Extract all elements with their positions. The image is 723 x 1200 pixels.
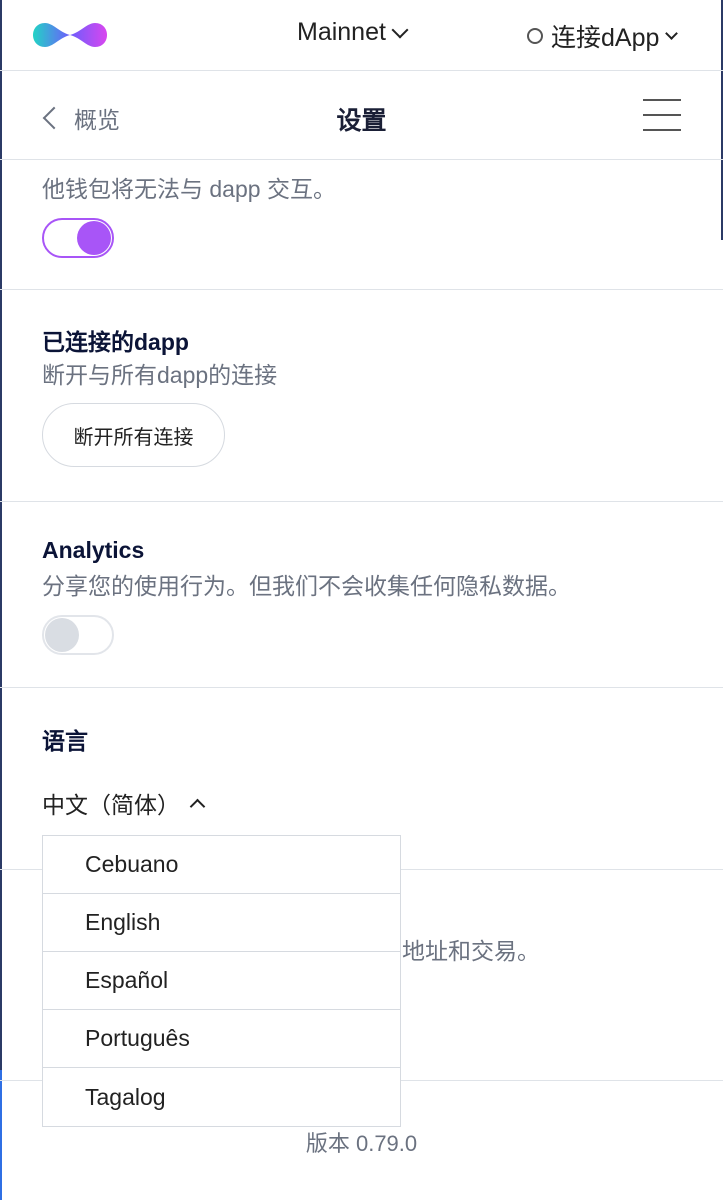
- chevron-down-icon: [391, 21, 409, 38]
- disconnect-all-button[interactable]: 断开所有连接: [42, 403, 225, 467]
- language-option[interactable]: Português: [43, 1010, 400, 1068]
- page-header: 概览 设置: [0, 71, 723, 160]
- connect-label: 连接dApp: [551, 24, 660, 52]
- version-label: 版本 0.79.0: [305, 1131, 418, 1156]
- privacy-description: 他钱包将无法与 dapp 交互。: [42, 176, 336, 202]
- network-selector[interactable]: Mainnet: [297, 18, 409, 47]
- language-option[interactable]: English: [43, 894, 400, 952]
- privacy-section: 他钱包将无法与 dapp 交互。: [0, 160, 723, 290]
- network-label: Mainnet: [297, 18, 386, 46]
- connect-dapp-button[interactable]: 连接dApp: [527, 18, 679, 54]
- toggle-knob: [77, 221, 111, 255]
- analytics-title: Analytics: [42, 537, 145, 563]
- app-logo[interactable]: [33, 20, 107, 50]
- hamburger-menu-icon[interactable]: [643, 99, 681, 131]
- chevron-up-icon: [189, 798, 206, 814]
- privacy-toggle[interactable]: [42, 218, 114, 258]
- page-title: 设置: [336, 107, 387, 135]
- settings-screen: Mainnet 连接dApp 概览 设置 他钱包将无法与 dapp 交互。 已连…: [0, 0, 723, 1200]
- chevron-down-icon: [665, 26, 679, 40]
- language-select[interactable]: 中文（简体）: [42, 786, 206, 820]
- connected-dapps-title: 已连接的dapp: [42, 329, 189, 355]
- connected-dapps-section: 已连接的dapp 断开与所有dapp的连接 断开所有连接: [0, 290, 723, 502]
- hidden-section-description: 地址和交易。: [402, 938, 540, 964]
- connected-dapps-description: 断开与所有dapp的连接: [42, 362, 278, 388]
- analytics-toggle[interactable]: [42, 615, 114, 655]
- status-circle-icon: [527, 28, 543, 44]
- language-option[interactable]: Tagalog: [43, 1068, 400, 1126]
- language-selected-value: 中文（简体）: [42, 792, 180, 818]
- top-bar: Mainnet 连接dApp: [0, 0, 723, 71]
- language-dropdown: Cebuano English Español Português Tagalo…: [42, 835, 401, 1127]
- analytics-description: 分享您的使用行为。但我们不会收集任何隐私数据。: [42, 573, 571, 599]
- analytics-section: Analytics 分享您的使用行为。但我们不会收集任何隐私数据。: [0, 502, 723, 688]
- language-title: 语言: [42, 728, 88, 754]
- language-option[interactable]: Español: [43, 952, 400, 1010]
- language-option[interactable]: Cebuano: [43, 836, 400, 894]
- toggle-knob: [45, 618, 79, 652]
